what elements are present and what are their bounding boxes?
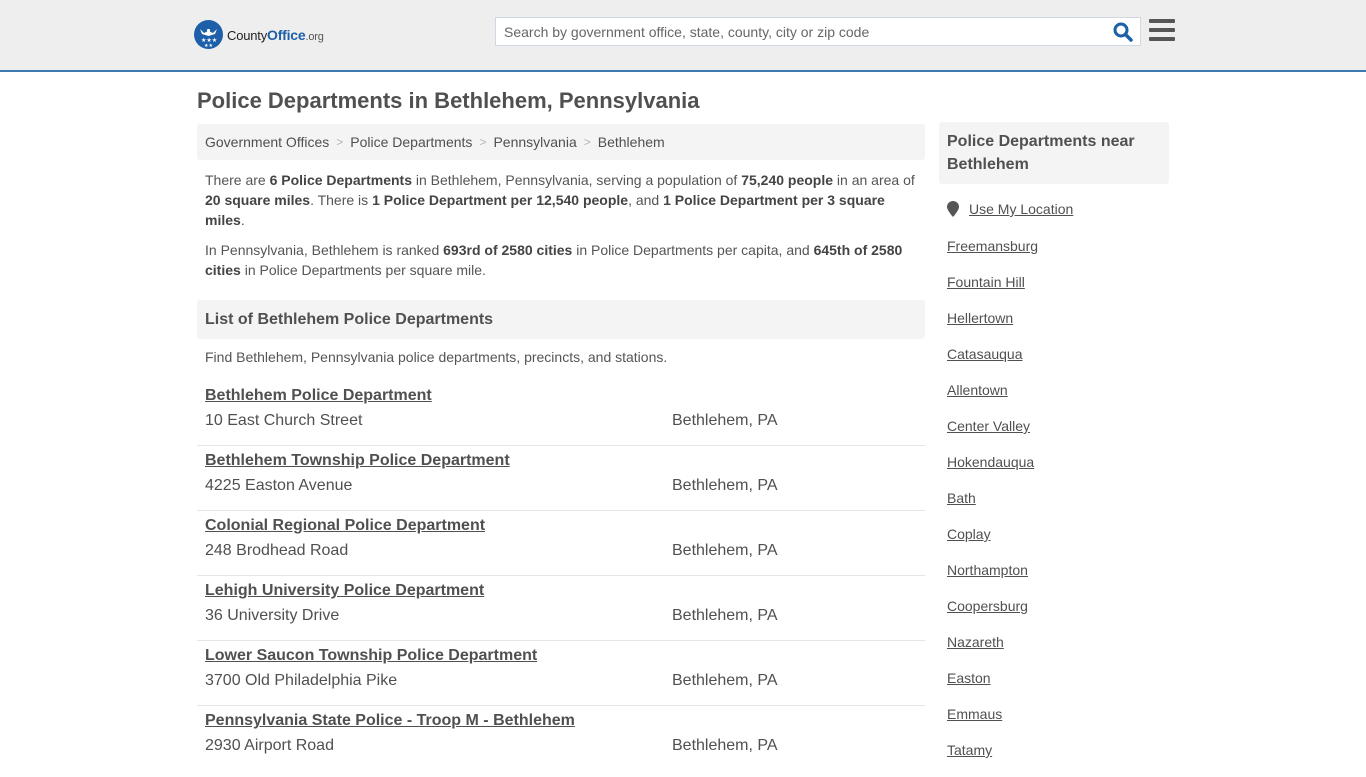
nearby-city-link[interactable]: Coopersburg — [947, 597, 1038, 633]
highlighted-stat: 20 square miles — [205, 192, 311, 208]
use-my-location-link[interactable]: Use My Location — [969, 201, 1073, 217]
eagle-stars-logo-icon: ★★★ ★★ — [194, 20, 223, 49]
department-address: 10 East Church Street — [205, 412, 363, 429]
department-city: Bethlehem, PA — [672, 477, 778, 494]
department-address: 4225 Easton Avenue — [205, 477, 353, 494]
highlighted-stat: 6 Police Departments — [269, 172, 412, 188]
hamburger-bar — [1149, 37, 1175, 41]
nearby-city-link[interactable]: Fountain Hill — [947, 273, 1038, 309]
nearby-city-link[interactable]: Allentown — [947, 381, 1038, 417]
site-header: ★★★ ★★ CountyOffice.org — [0, 0, 1366, 72]
nearby-city-link[interactable]: Emmaus — [947, 705, 1038, 741]
logo-wordmark: CountyOffice.org — [227, 26, 324, 43]
text-fragment: in Police Departments per capita, and — [572, 242, 814, 258]
nearby-city-link[interactable]: Center Valley — [947, 417, 1038, 453]
breadcrumb-bethlehem[interactable]: Bethlehem — [598, 134, 665, 150]
nearby-city-link[interactable]: Catasauqua — [947, 345, 1038, 381]
department-link[interactable]: Pennsylvania State Police - Troop M - Be… — [205, 712, 575, 730]
page-title: Police Departments in Bethlehem, Pennsyl… — [197, 88, 700, 113]
breadcrumb-pennsylvania[interactable]: Pennsylvania — [493, 134, 576, 150]
nearby-city-link[interactable]: Coplay — [947, 525, 1038, 561]
department-city: Bethlehem, PA — [672, 737, 778, 754]
breadcrumb: Government Offices > Police Departments … — [197, 124, 925, 160]
search-input[interactable] — [496, 18, 1106, 45]
search-icon — [1113, 22, 1133, 42]
search-bar — [495, 17, 1141, 46]
nearby-city-link[interactable]: Easton — [947, 669, 1038, 705]
text-fragment: In Pennsylvania, Bethlehem is ranked — [205, 242, 444, 258]
intro-paragraph-rankings: In Pennsylvania, Bethlehem is ranked 693… — [205, 240, 920, 280]
list-section-title: List of Bethlehem Police Departments — [197, 300, 925, 339]
department-address: 2930 Airport Road — [205, 737, 334, 754]
breadcrumb-separator: > — [336, 135, 344, 149]
intro-paragraph-stats: There are 6 Police Departments in Bethle… — [205, 170, 920, 230]
breadcrumb-separator: > — [583, 135, 591, 149]
text-fragment: . There is — [310, 192, 373, 208]
department-link[interactable]: Colonial Regional Police Department — [205, 517, 485, 535]
nearby-city-link[interactable]: Bath — [947, 489, 1038, 525]
department-link[interactable]: Bethlehem Township Police Department — [205, 452, 510, 470]
list-description: Find Bethlehem, Pennsylvania police depa… — [205, 349, 668, 365]
department-city: Bethlehem, PA — [672, 412, 778, 429]
sidebar-title: Police Departments near Bethlehem — [939, 122, 1169, 184]
department-list-item: Bethlehem Township Police Department 422… — [197, 446, 925, 511]
nearby-city-link[interactable]: Freemansburg — [947, 237, 1038, 273]
department-list-item: Lehigh University Police Department 36 U… — [197, 576, 925, 641]
map-pin-icon — [947, 201, 959, 217]
hamburger-menu-icon — [1149, 19, 1175, 23]
highlighted-stat: 693rd of 2580 cities — [443, 242, 573, 258]
department-list: Bethlehem Police Department 10 East Chur… — [197, 381, 925, 771]
site-logo[interactable]: ★★★ ★★ CountyOffice.org — [194, 20, 324, 49]
nearby-city-link[interactable]: Northampton — [947, 561, 1038, 597]
department-address: 36 University Drive — [205, 607, 340, 624]
department-link[interactable]: Lower Saucon Township Police Department — [205, 647, 537, 665]
text-fragment: , and — [628, 192, 664, 208]
department-list-item: Colonial Regional Police Department 248 … — [197, 511, 925, 576]
text-fragment: in an area of — [833, 172, 915, 188]
hamburger-bar — [1149, 28, 1175, 32]
breadcrumb-separator: > — [479, 135, 487, 149]
department-list-item: Pennsylvania State Police - Troop M - Be… — [197, 706, 925, 771]
nearby-cities-list: Freemansburg Fountain Hill Hellertown Ca… — [947, 237, 1038, 777]
intro-summary: There are 6 Police Departments in Bethle… — [205, 170, 920, 290]
department-list-item: Lower Saucon Township Police Department … — [197, 641, 925, 706]
breadcrumb-government-offices[interactable]: Government Offices — [205, 134, 329, 150]
department-link[interactable]: Bethlehem Police Department — [205, 387, 432, 405]
svg-text:★★: ★★ — [204, 43, 213, 49]
department-city: Bethlehem, PA — [672, 607, 778, 624]
hamburger-menu-button[interactable] — [1149, 19, 1175, 43]
nearby-city-link[interactable]: Hellertown — [947, 309, 1038, 345]
highlighted-stat: 75,240 people — [741, 172, 834, 188]
use-my-location: Use My Location — [947, 201, 1073, 217]
text-fragment: in Bethlehem, Pennsylvania, serving a po… — [411, 172, 742, 188]
nearby-city-link[interactable]: Nazareth — [947, 633, 1038, 669]
department-city: Bethlehem, PA — [672, 672, 778, 689]
text-fragment: There are — [205, 172, 270, 188]
department-address: 248 Brodhead Road — [205, 542, 349, 559]
search-button[interactable] — [1112, 21, 1134, 43]
text-fragment: in Police Departments per square mile. — [240, 262, 486, 278]
department-list-item: Bethlehem Police Department 10 East Chur… — [197, 381, 925, 446]
breadcrumb-police-departments[interactable]: Police Departments — [350, 134, 472, 150]
nearby-city-link[interactable]: Hokendauqua — [947, 453, 1038, 489]
text-fragment: . — [240, 212, 245, 228]
department-link[interactable]: Lehigh University Police Department — [205, 582, 484, 600]
highlighted-stat: 1 Police Department per 12,540 people — [372, 192, 629, 208]
department-address: 3700 Old Philadelphia Pike — [205, 672, 398, 689]
department-city: Bethlehem, PA — [672, 542, 778, 559]
nearby-city-link[interactable]: Tatamy — [947, 741, 1038, 777]
